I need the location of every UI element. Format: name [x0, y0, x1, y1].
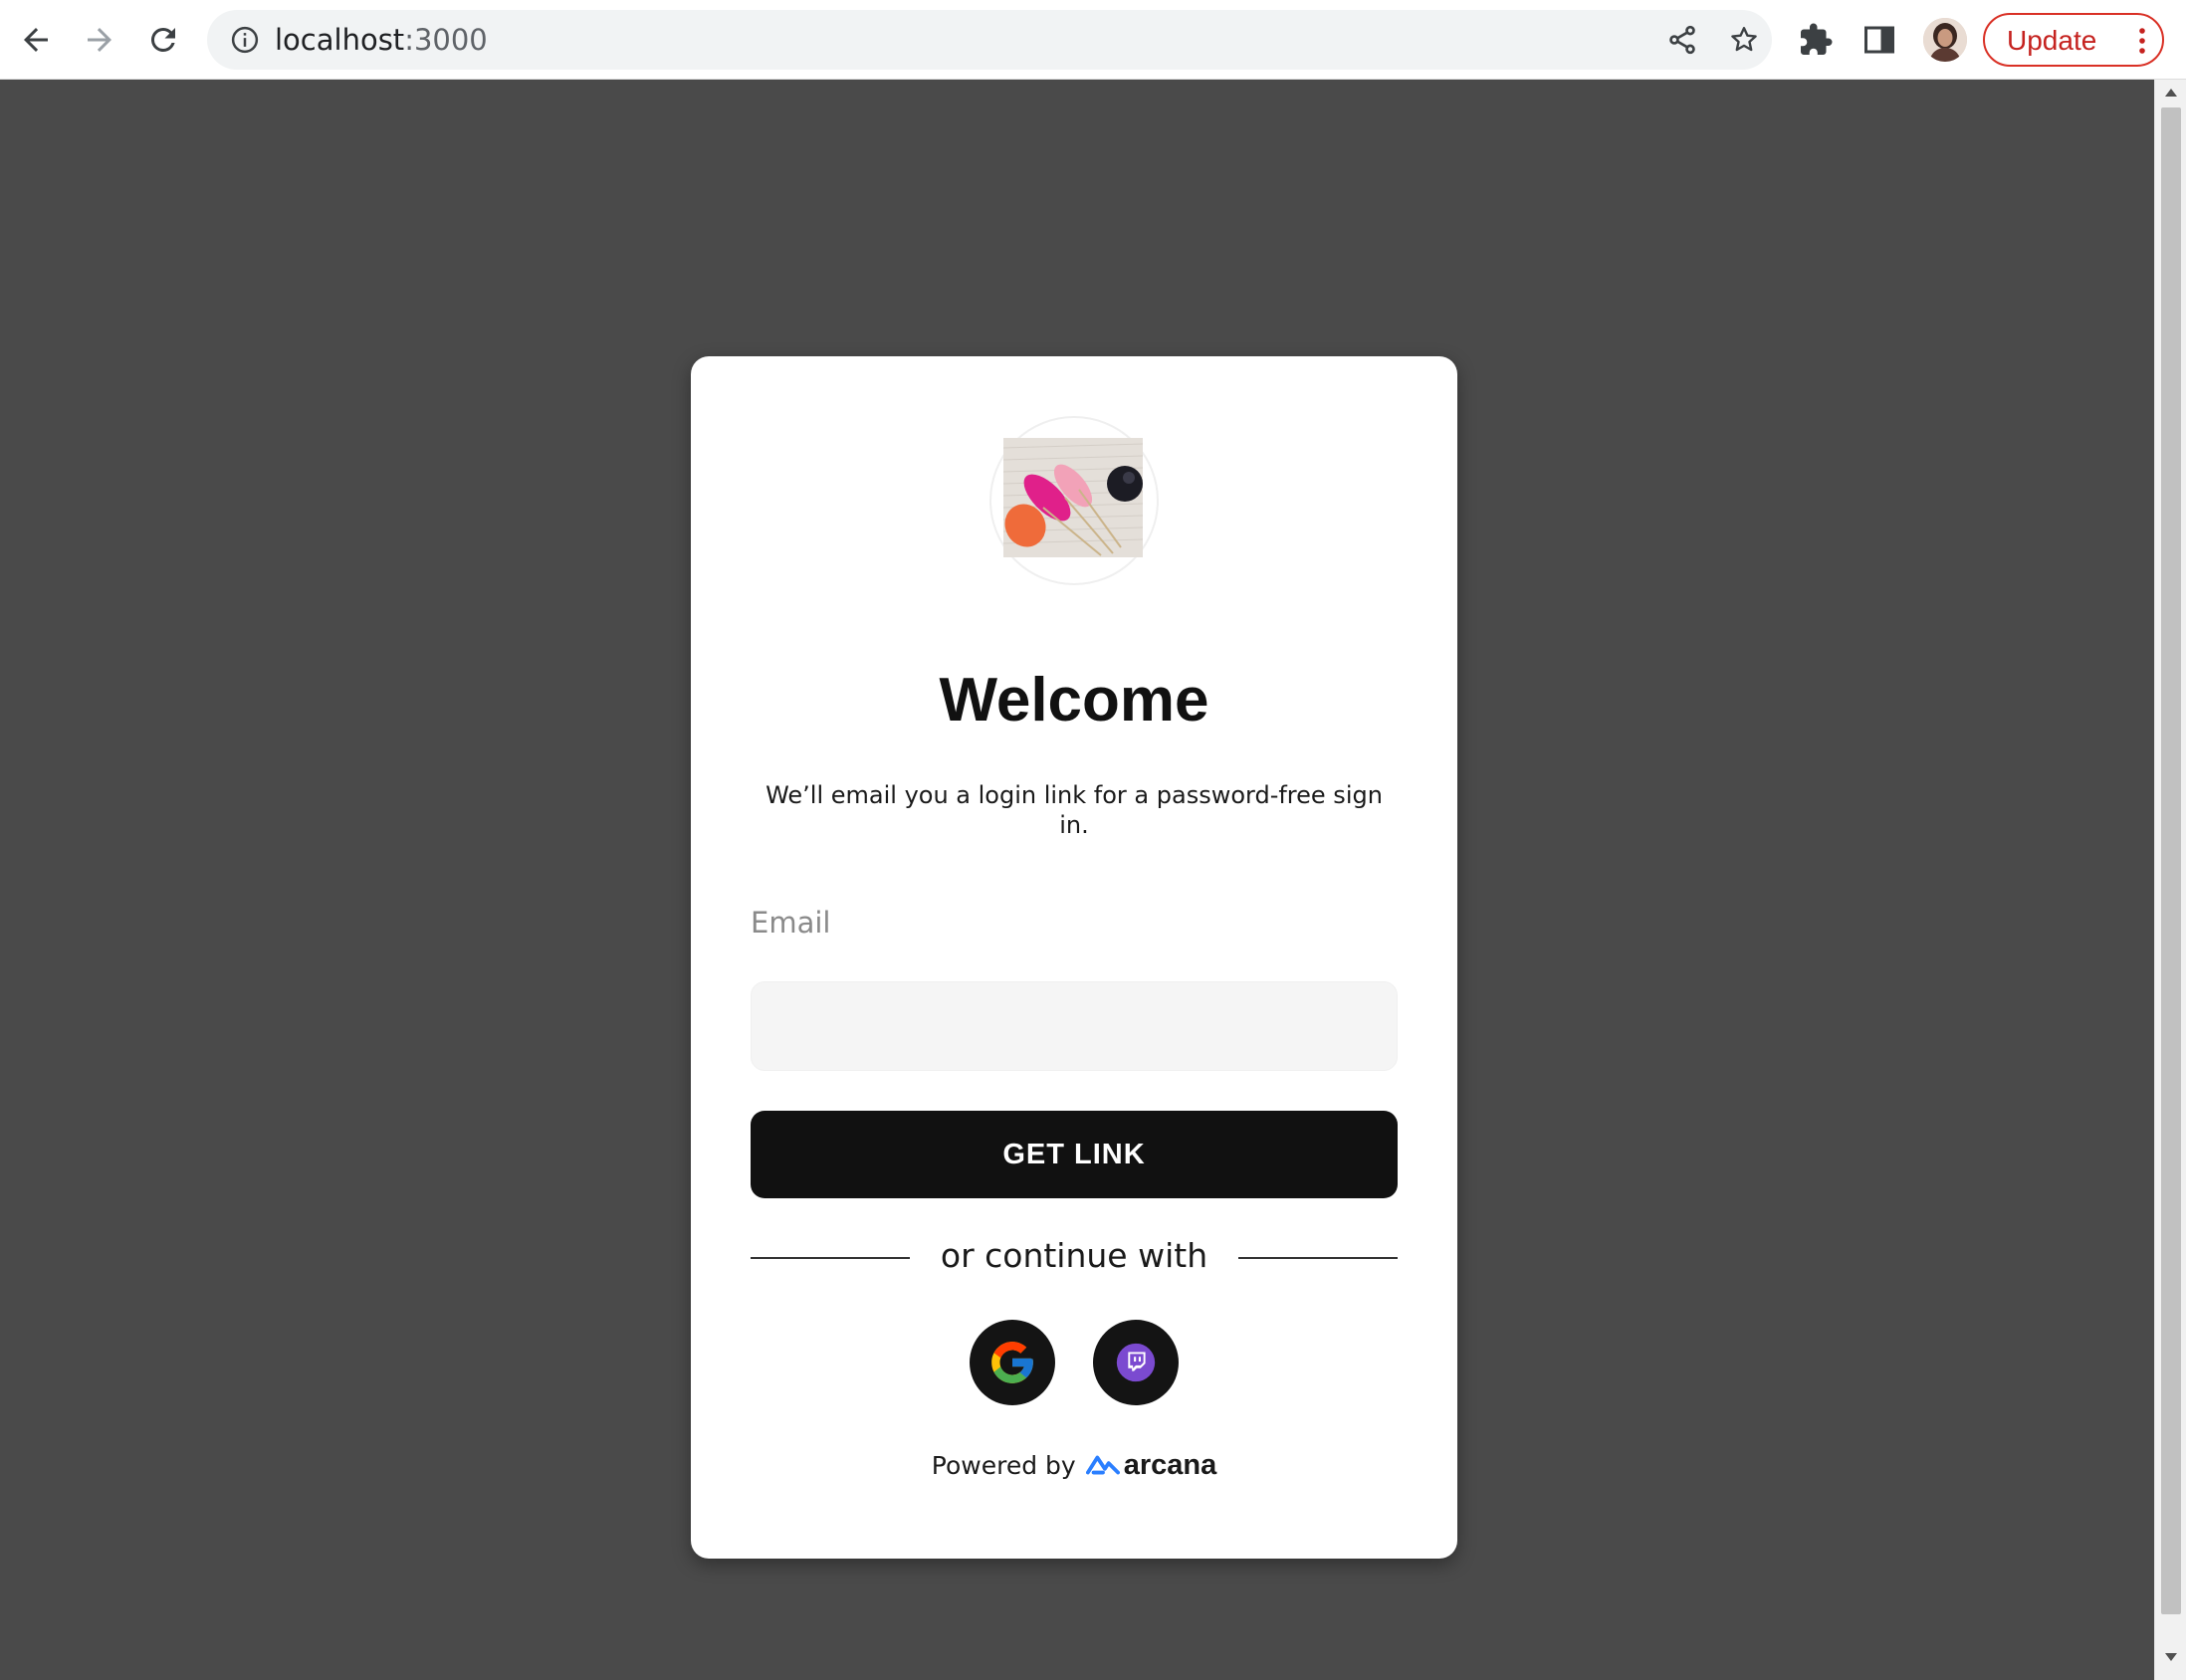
page-background: Welcome We’ll email you a login link for… — [0, 80, 2154, 1680]
email-field[interactable] — [751, 981, 1398, 1071]
feather-photo-icon — [1003, 438, 1143, 557]
twitch-icon — [1116, 1343, 1156, 1382]
google-icon — [991, 1342, 1033, 1383]
side-panel-icon — [1864, 26, 1894, 54]
get-link-button[interactable]: GET LINK — [751, 1111, 1398, 1198]
scroll-up-arrow-icon[interactable] — [2164, 88, 2178, 98]
divider-text: or continue with — [940, 1236, 1208, 1275]
google-login-button[interactable] — [970, 1320, 1055, 1405]
arcana-logo-icon — [1085, 1455, 1120, 1475]
app-logo-image — [1003, 438, 1143, 557]
extensions-button[interactable] — [1788, 12, 1844, 68]
scrollbar-thumb[interactable] — [2161, 107, 2181, 1614]
profile-avatar[interactable] — [1923, 18, 1967, 62]
back-button[interactable] — [8, 12, 64, 68]
side-panel-button[interactable] — [1852, 12, 1907, 68]
arrow-right-icon — [88, 28, 111, 52]
powered-by: Powered by arcana — [691, 1445, 1457, 1485]
reload-icon — [150, 27, 175, 52]
share-icon — [1669, 25, 1695, 55]
address-bar[interactable]: localhost:3000 — [207, 10, 1772, 70]
login-card: Welcome We’ll email you a login link for… — [691, 356, 1457, 1559]
reload-button[interactable] — [135, 12, 191, 68]
share-button[interactable] — [1664, 22, 1700, 58]
browser-toolbar: localhost:3000 Update — [0, 0, 2186, 80]
powered-by-brand: arcana — [1123, 1448, 1217, 1481]
arrow-left-icon — [24, 28, 48, 52]
bookmark-button[interactable] — [1726, 22, 1762, 58]
kebab-menu-icon — [2139, 28, 2145, 54]
update-label: Update — [2007, 25, 2097, 56]
divider-right — [1238, 1257, 1398, 1259]
page-scrollbar[interactable] — [2154, 80, 2186, 1680]
url-port: :3000 — [404, 23, 488, 57]
site-info-button[interactable] — [227, 22, 263, 58]
url-text: localhost:3000 — [275, 23, 488, 57]
update-button[interactable]: Update — [1983, 13, 2164, 67]
url-host: localhost — [275, 23, 405, 57]
puzzle-icon — [1801, 23, 1833, 55]
forward-button[interactable] — [72, 12, 127, 68]
page-subtitle: We’ll email you a login link for a passw… — [765, 781, 1383, 839]
twitch-login-button[interactable] — [1093, 1320, 1179, 1405]
page-title: Welcome — [939, 666, 1209, 735]
info-icon — [231, 26, 259, 54]
profile-photo-icon — [1923, 18, 1967, 62]
scroll-down-arrow-icon[interactable] — [2164, 1652, 2178, 1662]
star-icon — [1731, 27, 1757, 52]
email-label: Email — [751, 906, 831, 940]
powered-by-label: Powered by — [931, 1450, 1076, 1480]
